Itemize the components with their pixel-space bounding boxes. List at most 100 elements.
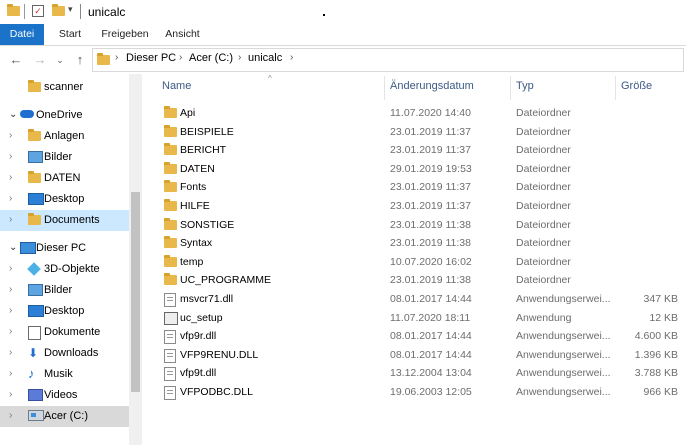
sidebar-item-daten[interactable]: › DATEN — [0, 168, 130, 189]
chevron-right-icon[interactable]: › — [9, 130, 12, 141]
sidebar-item-dieser-pc[interactable]: ⌄ Dieser PC — [0, 238, 130, 259]
file-row[interactable]: Api 11.07.2020 14:40 Dateiordner — [158, 104, 684, 123]
sidebar-item-onedrive[interactable]: ⌄ OneDrive — [0, 105, 130, 126]
sidebar-item-videos[interactable]: › Videos — [0, 385, 130, 406]
file-row[interactable]: UC_PROGRAMME 23.01.2019 11:38 Dateiordner — [158, 271, 684, 290]
tab-freigeben[interactable]: Freigeben — [95, 24, 155, 45]
sidebar-item-label: scanner — [44, 81, 84, 93]
sidebar-item-downloads[interactable]: › ⬇ Downloads — [0, 343, 130, 364]
sidebar-item-label: Desktop — [44, 193, 85, 205]
sidebar-item-anlagen[interactable]: › Anlagen — [0, 126, 130, 147]
file-row[interactable]: VFP9RENU.DLL 08.01.2017 14:44 Anwendungser… — [158, 346, 684, 365]
file-name: BERICHT — [180, 144, 227, 157]
chevron-right-icon[interactable]: › — [9, 347, 12, 358]
file-row[interactable]: BEISPIELE 23.01.2019 11:37 Dateiordner — [158, 123, 684, 142]
tab-datei[interactable]: Datei — [0, 24, 44, 45]
file-date: 11.07.2020 14:40 — [390, 107, 471, 119]
chevron-right-icon[interactable]: › — [115, 52, 118, 63]
file-size: 966 KB — [643, 386, 678, 398]
customize-dropdown-icon[interactable]: ▾ — [68, 4, 73, 15]
folder-icon — [28, 129, 41, 143]
file-row[interactable]: Syntax 23.01.2019 11:38 Dateiordner — [158, 234, 684, 253]
sidebar-item-label: Anlagen — [44, 130, 85, 142]
back-arrow-icon[interactable]: ← — [8, 52, 24, 68]
chevron-right-icon[interactable]: › — [9, 263, 12, 274]
sidebar-item-documents[interactable]: › Documents — [0, 210, 130, 231]
sidebar-item-3d-objekte[interactable]: › 3D-Objekte — [0, 259, 130, 280]
file-row[interactable]: vfp9t.dll 13.12.2004 13:04 Anwendungserwei… — [158, 364, 684, 383]
chevron-right-icon[interactable]: › — [9, 151, 12, 162]
properties-check-icon[interactable]: ✓ — [32, 5, 44, 17]
column-header-type[interactable]: Typ — [516, 80, 534, 92]
sidebar-item-bilder[interactable]: › Bilder — [0, 280, 130, 301]
chevron-right-icon[interactable]: › — [9, 326, 12, 337]
chevron-down-icon[interactable]: ⌄ — [9, 242, 17, 253]
file-row[interactable]: HILFE 23.01.2019 11:37 Dateiordner — [158, 197, 684, 216]
folder-icon[interactable] — [7, 4, 20, 18]
file-type: Anwendung — [516, 311, 572, 324]
chevron-right-icon[interactable]: › — [9, 172, 12, 183]
file-row[interactable]: BERICHT 23.01.2019 11:37 Dateiordner — [158, 141, 684, 160]
file-date: 13.12.2004 13:04 — [390, 367, 472, 380]
music-icon: ♪ — [28, 366, 35, 381]
chevron-right-icon[interactable]: › — [179, 52, 182, 63]
file-date: 08.01.2017 14:44 — [390, 330, 472, 343]
up-arrow-icon[interactable]: ↑ — [72, 52, 88, 68]
breadcrumb-acer-c[interactable]: Acer (C:) — [189, 52, 233, 64]
column-header-date[interactable]: Änderungsdatum — [390, 80, 474, 92]
column-divider[interactable] — [615, 76, 616, 100]
chevron-right-icon[interactable]: › — [9, 284, 12, 295]
tab-start[interactable]: Start — [50, 24, 90, 45]
breadcrumb-dieser-pc[interactable]: Dieser PC — [126, 52, 176, 64]
recent-locations-chevron-icon[interactable]: ⌄ — [52, 52, 68, 68]
chevron-right-icon[interactable]: › — [9, 305, 12, 316]
tab-ansicht[interactable]: Ansicht — [160, 24, 205, 45]
file-row[interactable]: SONSTIGE 23.01.2019 11:38 Dateiordner — [158, 216, 684, 235]
cloud-icon — [20, 109, 34, 121]
file-date: 23.01.2019 11:37 — [390, 200, 471, 212]
forward-arrow-icon[interactable]: → — [32, 52, 48, 68]
file-name: HILFE — [180, 200, 210, 212]
pc-icon — [20, 242, 36, 257]
chevron-right-icon[interactable]: › — [9, 410, 12, 421]
file-row[interactable]: msvcr71.dll 08.01.2017 14:44 Anwendungserw… — [158, 290, 684, 309]
chevron-right-icon[interactable]: › — [9, 193, 12, 204]
breadcrumb-unicalc[interactable]: unicalc — [248, 52, 282, 64]
new-folder-icon[interactable] — [52, 4, 65, 18]
file-type: Dateiordner — [516, 218, 571, 231]
sidebar-item-bilder[interactable]: › Bilder — [0, 147, 130, 168]
file-name: SONSTIGE — [180, 218, 235, 231]
column-header-size[interactable]: Größe — [621, 80, 652, 92]
file-row[interactable]: vfp9r.dll 08.01.2017 14:44 Anwendungserwei… — [158, 327, 684, 346]
address-bar[interactable]: › Dieser PC › Acer (C:) › unicalc › — [92, 48, 684, 72]
sidebar-item-desktop[interactable]: › Desktop — [0, 189, 130, 210]
folder-icon — [164, 273, 177, 287]
folder-icon — [164, 180, 177, 194]
dll-file-icon — [164, 367, 176, 384]
file-row[interactable]: DATEN 29.01.2019 19:53 Dateiordner — [158, 160, 684, 179]
file-row[interactable]: temp 10.07.2020 16:02 Dateiordner — [158, 253, 684, 272]
chevron-down-icon[interactable]: ⌄ — [9, 109, 17, 120]
file-type: Dateiordner — [516, 125, 571, 138]
sidebar-item-scanner[interactable]: scanner — [0, 77, 130, 98]
sidebar-item-dokumente[interactable]: › Dokumente — [0, 322, 130, 343]
file-row[interactable]: VFPODBC.DLL 19.06.2003 12:05 Anwendungserw… — [158, 383, 684, 402]
sidebar-item-desktop[interactable]: › Desktop — [0, 301, 130, 322]
chevron-right-icon[interactable]: › — [9, 214, 12, 225]
sidebar-item-musik[interactable]: › ♪ Musik — [0, 364, 130, 385]
file-row[interactable]: uc_setup 11.07.2020 18:11 Anwendung 12 KB — [158, 309, 684, 328]
file-date: 08.01.2017 14:44 — [390, 293, 472, 305]
file-type: Dateiordner — [516, 200, 571, 212]
column-header-name[interactable]: Name — [162, 80, 191, 92]
sidebar-item-acer-c[interactable]: › Acer (C:) — [0, 406, 130, 427]
chevron-right-icon[interactable]: › — [9, 368, 12, 379]
sidebar-item-label: OneDrive — [36, 109, 83, 121]
file-row[interactable]: Fonts 23.01.2019 11:37 Dateiordner — [158, 178, 684, 197]
column-divider[interactable] — [510, 76, 511, 100]
nav-scrollbar[interactable] — [129, 74, 142, 445]
scrollbar-thumb[interactable] — [131, 192, 140, 392]
chevron-right-icon[interactable]: › — [290, 52, 293, 63]
column-divider[interactable] — [384, 76, 385, 100]
chevron-right-icon[interactable]: › — [9, 389, 12, 400]
chevron-right-icon[interactable]: › — [238, 52, 241, 63]
